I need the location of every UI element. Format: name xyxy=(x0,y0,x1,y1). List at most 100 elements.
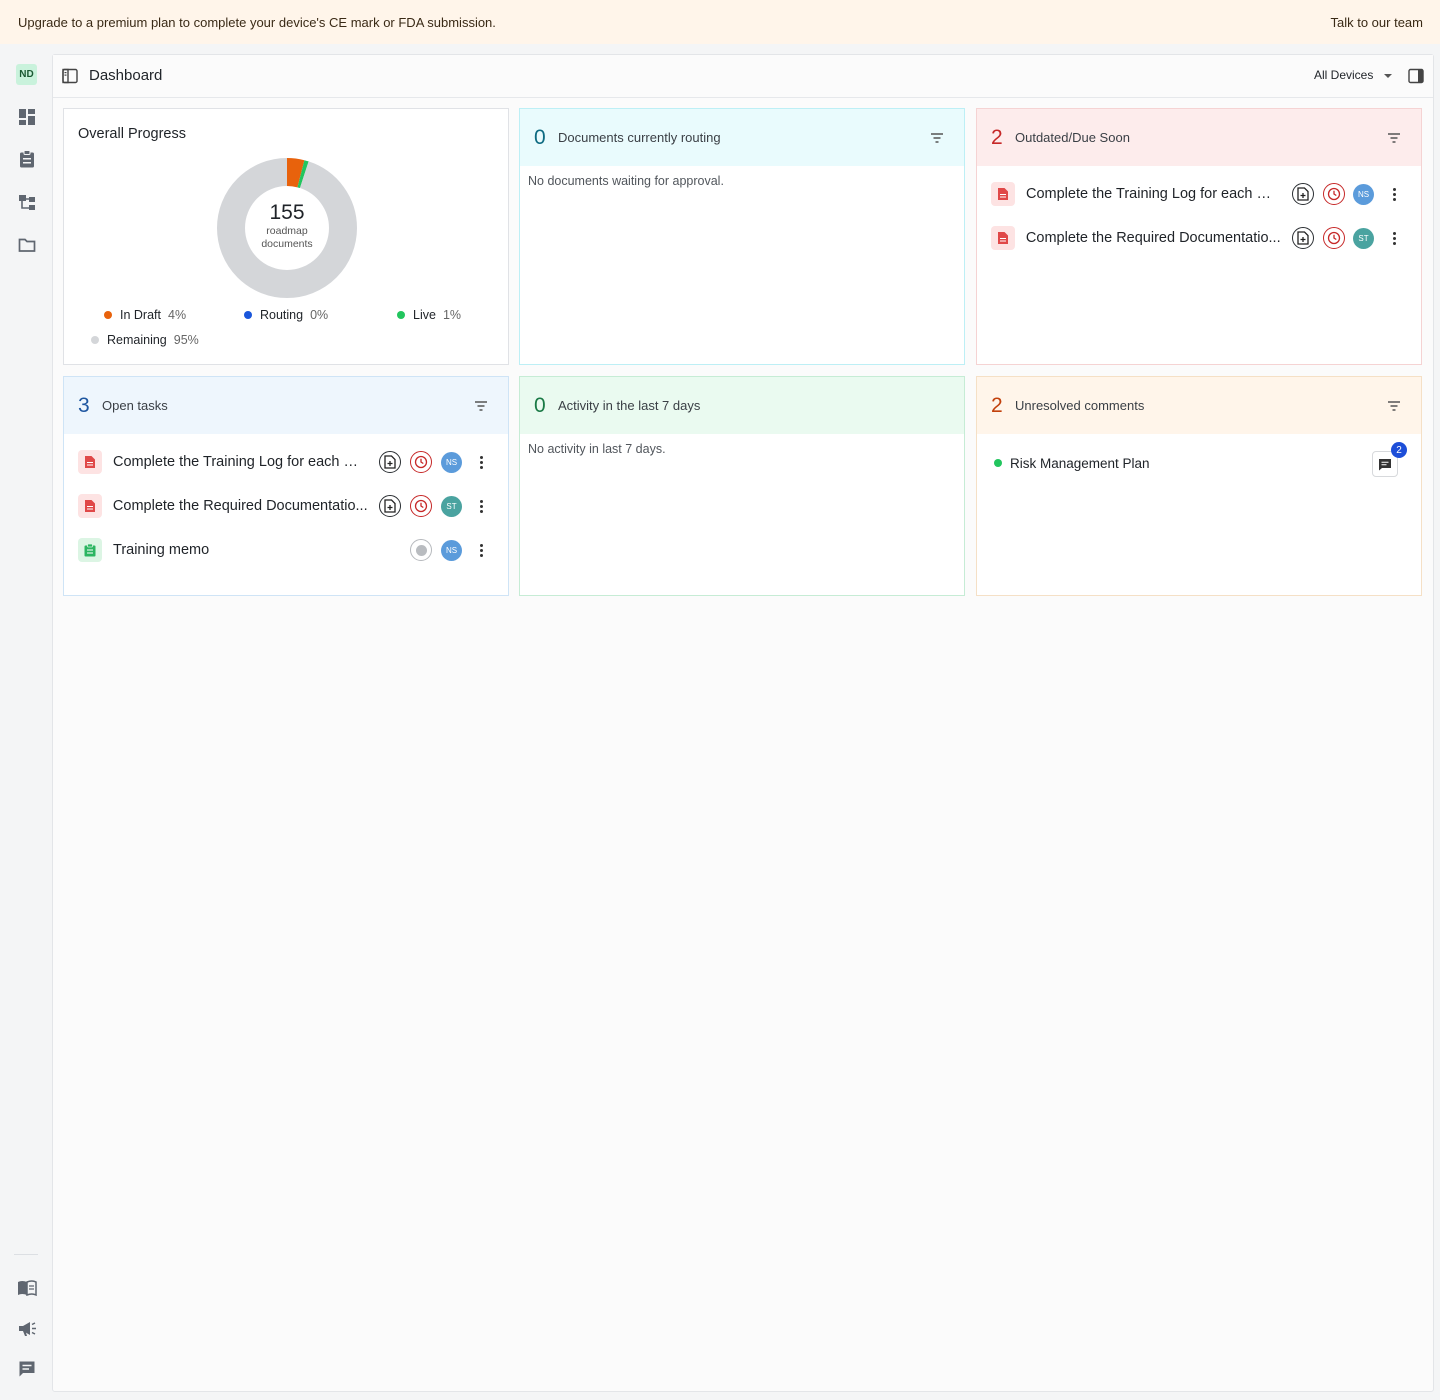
more-options-icon[interactable] xyxy=(474,453,488,471)
clipboard-icon[interactable] xyxy=(16,148,38,170)
filter-icon[interactable] xyxy=(474,398,488,416)
donut-caption-1: roadmap xyxy=(266,225,308,237)
toggle-right-panel-icon[interactable] xyxy=(1408,68,1424,89)
legend-swatch xyxy=(104,311,112,319)
comments-label: Unresolved comments xyxy=(1015,398,1145,413)
user-avatar[interactable]: ND xyxy=(16,64,37,85)
task-row-title: Training memo xyxy=(113,542,210,558)
outdated-row[interactable]: Complete the Required Documentatio... xyxy=(991,223,1281,253)
main-panel: Dashboard All Devices Overall Progress 1… xyxy=(52,54,1434,1392)
comments-card-header: 2 Unresolved comments xyxy=(977,377,1421,434)
comment-count-badge: 2 xyxy=(1391,442,1407,458)
assignee-avatar[interactable]: NS xyxy=(1353,184,1374,205)
document-icon xyxy=(78,450,102,474)
comment-row[interactable]: Risk Management Plan xyxy=(994,448,1294,478)
outdated-label: Outdated/Due Soon xyxy=(1015,130,1130,145)
folder-icon[interactable] xyxy=(16,234,38,256)
more-options-icon[interactable] xyxy=(474,497,488,515)
task-row[interactable]: Complete the Training Log for each e... xyxy=(78,447,368,477)
comments-card: 2 Unresolved comments Risk Management Pl… xyxy=(976,376,1422,596)
assignee-avatar[interactable]: NS xyxy=(441,540,462,561)
activity-card-header: 0 Activity in the last 7 days xyxy=(520,377,964,434)
left-rail: ND xyxy=(0,44,52,1400)
activity-count: 0 xyxy=(534,393,546,417)
legend-live: Live 1% xyxy=(397,308,461,322)
legend-in-draft: In Draft 4% xyxy=(104,308,186,322)
donut-caption-2: documents xyxy=(261,238,313,250)
filter-icon[interactable] xyxy=(930,130,944,148)
open-tasks-card-header: 3 Open tasks xyxy=(64,377,508,434)
device-select-value: All Devices xyxy=(1314,68,1374,82)
pending-status-icon[interactable] xyxy=(410,539,432,561)
megaphone-icon[interactable] xyxy=(16,1318,38,1340)
comments-count: 2 xyxy=(991,393,1003,417)
banner-message: Upgrade to a premium plan to complete yo… xyxy=(18,14,496,30)
document-icon xyxy=(78,494,102,518)
document-icon xyxy=(991,226,1015,250)
upgrade-banner: Upgrade to a premium plan to complete yo… xyxy=(0,0,1440,44)
outdated-row-title: Complete the Required Documentatio... xyxy=(1025,230,1281,246)
task-row[interactable]: Training memo xyxy=(78,535,368,565)
more-options-icon[interactable] xyxy=(474,541,488,559)
more-options-icon[interactable] xyxy=(1387,185,1401,203)
legend-label: In Draft xyxy=(120,308,161,322)
legend-swatch xyxy=(91,336,99,344)
clock-icon[interactable] xyxy=(1323,227,1345,249)
legend-label: Live xyxy=(413,308,436,322)
assignee-avatar[interactable]: NS xyxy=(441,452,462,473)
add-document-icon[interactable] xyxy=(1292,227,1314,249)
donut-center: 155 roadmap documents xyxy=(216,201,358,251)
legend-swatch xyxy=(397,311,405,319)
legend-pct: 95% xyxy=(173,333,199,347)
open-tasks-label: Open tasks xyxy=(102,398,168,413)
status-dot xyxy=(994,459,1002,467)
activity-card: 0 Activity in the last 7 days No activit… xyxy=(519,376,965,596)
activity-empty-text: No activity in last 7 days. xyxy=(528,442,666,456)
document-icon xyxy=(991,182,1015,206)
task-row[interactable]: Complete the Required Documentatio... xyxy=(78,491,368,521)
legend-remaining: Remaining 95% xyxy=(91,333,199,347)
legend-pct: 0% xyxy=(310,308,329,322)
outdated-row[interactable]: Complete the Training Log for each e... xyxy=(991,179,1281,209)
hierarchy-icon[interactable] xyxy=(16,192,38,214)
filter-icon[interactable] xyxy=(1387,130,1401,148)
clock-icon[interactable] xyxy=(410,495,432,517)
task-row-title: Complete the Training Log for each e... xyxy=(113,454,363,470)
outdated-card: 2 Outdated/Due Soon Complete the Trainin… xyxy=(976,108,1422,365)
assignee-avatar[interactable]: ST xyxy=(1353,228,1374,249)
comment-row-title: Risk Management Plan xyxy=(1010,455,1150,471)
outdated-count: 2 xyxy=(991,125,1003,149)
more-options-icon[interactable] xyxy=(1387,229,1401,247)
page-title: Dashboard xyxy=(89,67,163,84)
open-tasks-count: 3 xyxy=(78,393,90,417)
legend-label: Remaining xyxy=(107,333,167,347)
outdated-card-header: 2 Outdated/Due Soon xyxy=(977,109,1421,166)
toggle-sidebar-icon[interactable] xyxy=(62,68,78,89)
routing-count: 0 xyxy=(534,125,546,149)
donut-total: 155 xyxy=(269,201,305,224)
chevron-down-icon xyxy=(1383,68,1393,82)
rail-divider xyxy=(14,1254,38,1255)
routing-empty-text: No documents waiting for approval. xyxy=(528,174,724,188)
dashboard-icon[interactable] xyxy=(16,106,38,128)
filter-icon[interactable] xyxy=(1387,398,1401,416)
add-document-icon[interactable] xyxy=(1292,183,1314,205)
clock-icon[interactable] xyxy=(410,451,432,473)
activity-label: Activity in the last 7 days xyxy=(558,398,701,413)
assignee-avatar[interactable]: ST xyxy=(441,496,462,517)
add-document-icon[interactable] xyxy=(379,495,401,517)
talk-to-team-link[interactable]: Talk to our team xyxy=(1331,15,1424,30)
add-document-icon[interactable] xyxy=(379,451,401,473)
legend-label: Routing xyxy=(260,308,304,322)
device-select[interactable]: All Devices xyxy=(1314,68,1393,82)
legend-routing: Routing 0% xyxy=(244,308,328,322)
routing-label: Documents currently routing xyxy=(558,130,721,145)
overall-progress-card: Overall Progress 155 roadmap documents I… xyxy=(63,108,509,365)
outdated-row-title: Complete the Training Log for each e... xyxy=(1026,186,1276,202)
clock-icon[interactable] xyxy=(1323,183,1345,205)
book-icon[interactable] xyxy=(16,1277,38,1299)
chat-icon[interactable] xyxy=(16,1358,38,1380)
task-row-title: Complete the Required Documentatio... xyxy=(112,498,368,514)
progress-title: Overall Progress xyxy=(78,126,186,142)
routing-card-header: 0 Documents currently routing xyxy=(520,109,964,166)
